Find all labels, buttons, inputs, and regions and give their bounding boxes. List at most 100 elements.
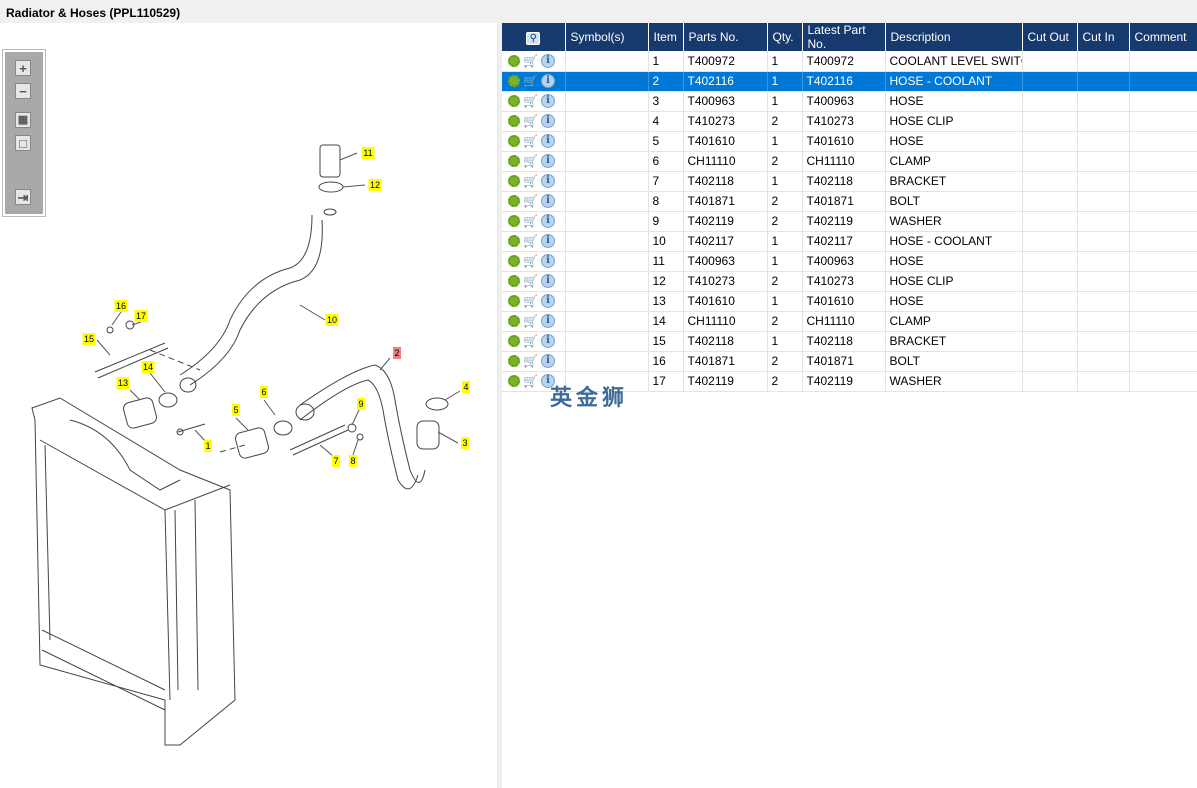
- gear-icon[interactable]: [508, 215, 520, 228]
- fit-to-window-button[interactable]: ▦: [15, 112, 31, 128]
- info-icon[interactable]: i: [541, 154, 555, 169]
- gear-icon[interactable]: [508, 335, 520, 348]
- column-header-search-icon-header[interactable]: ⚲: [502, 23, 566, 51]
- gear-icon[interactable]: [508, 195, 520, 208]
- cart-icon[interactable]: 🛒: [523, 275, 538, 287]
- callout-14[interactable]: 14: [141, 361, 155, 373]
- table-row[interactable]: 🛒 i 11 T400963 1 T400963 HOSE: [502, 251, 1197, 272]
- cart-icon[interactable]: 🛒: [523, 355, 538, 367]
- cart-icon[interactable]: 🛒: [523, 235, 538, 247]
- gear-icon[interactable]: [508, 135, 520, 148]
- diagram-panel[interactable]: 1 2 3 4 5 6 7 8 9 10 11 12 13 14 15 16 17 + − ▦ □ ⇥: [0, 23, 498, 788]
- info-icon[interactable]: i: [541, 194, 555, 209]
- table-row[interactable]: 🛒 i 4 T410273 2 T410273 HOSE CLIP: [502, 111, 1197, 132]
- gear-icon[interactable]: [508, 275, 520, 288]
- callout-17[interactable]: 17: [134, 310, 148, 322]
- callout-12[interactable]: 12: [368, 179, 382, 191]
- table-row[interactable]: 🛒 i 1 T400972 1 T400972 COOLANT LEVEL SWI…: [502, 51, 1197, 72]
- info-icon[interactable]: i: [541, 354, 555, 369]
- cart-icon[interactable]: 🛒: [523, 155, 538, 167]
- column-header-latest-part-no[interactable]: Latest Part No.: [802, 23, 886, 51]
- callout-3[interactable]: 3: [461, 437, 469, 449]
- table-row[interactable]: 🛒 i 2 T402116 1 T402116 HOSE - COOLANT: [502, 71, 1197, 92]
- gear-icon[interactable]: [508, 75, 520, 88]
- table-row[interactable]: 🛒 i 8 T401871 2 T401871 BOLT: [502, 191, 1197, 212]
- cart-icon[interactable]: 🛒: [523, 135, 538, 147]
- table-row[interactable]: 🛒 i 9 T402119 2 T402119 WASHER: [502, 211, 1197, 232]
- gear-icon[interactable]: [508, 55, 520, 68]
- zoom-out-button[interactable]: −: [15, 83, 31, 99]
- cart-icon[interactable]: 🛒: [523, 115, 538, 127]
- gear-icon[interactable]: [508, 95, 520, 108]
- table-row[interactable]: 🛒 i 16 T401871 2 T401871 BOLT: [502, 351, 1197, 372]
- gear-icon[interactable]: [508, 155, 520, 168]
- column-header-item[interactable]: Item: [648, 23, 684, 51]
- callout-6[interactable]: 6: [260, 386, 268, 398]
- table-row[interactable]: 🛒 i 14 CH11110 2 CH11110 CLAMP: [502, 311, 1197, 332]
- info-icon[interactable]: i: [541, 94, 555, 109]
- search-icon[interactable]: ⚲: [526, 31, 541, 45]
- info-icon[interactable]: i: [541, 214, 555, 229]
- table-row[interactable]: 🛒 i 3 T400963 1 T400963 HOSE: [502, 91, 1197, 112]
- table-row[interactable]: 🛒 i 10 T402117 1 T402117 HOSE - COOLANT: [502, 231, 1197, 252]
- callout-7[interactable]: 7: [332, 455, 340, 467]
- info-icon[interactable]: i: [541, 294, 555, 309]
- info-icon[interactable]: i: [541, 114, 555, 129]
- column-header-parts-no[interactable]: Parts No.: [683, 23, 768, 51]
- callout-11[interactable]: 11: [361, 147, 375, 159]
- cart-icon[interactable]: 🛒: [523, 95, 538, 107]
- table-row[interactable]: 🛒 i 7 T402118 1 T402118 BRACKET: [502, 171, 1197, 192]
- cart-icon[interactable]: 🛒: [523, 255, 538, 267]
- cart-icon[interactable]: 🛒: [523, 195, 538, 207]
- gear-icon[interactable]: [508, 375, 520, 388]
- callout-1[interactable]: 1: [204, 440, 212, 452]
- cart-icon[interactable]: 🛒: [523, 75, 538, 87]
- table-row[interactable]: 🛒 i 6 CH11110 2 CH11110 CLAMP: [502, 151, 1197, 172]
- info-icon[interactable]: i: [541, 334, 555, 349]
- callout-2[interactable]: 2: [393, 347, 401, 359]
- callout-8[interactable]: 8: [349, 455, 357, 467]
- cart-icon[interactable]: 🛒: [523, 215, 538, 227]
- info-icon[interactable]: i: [541, 134, 555, 149]
- gear-icon[interactable]: [508, 355, 520, 368]
- callout-4[interactable]: 4: [462, 381, 470, 393]
- column-header-cut-out[interactable]: Cut Out: [1022, 23, 1078, 51]
- info-icon[interactable]: i: [541, 74, 555, 89]
- cart-icon[interactable]: 🛒: [523, 335, 538, 347]
- column-header-cut-in[interactable]: Cut In: [1077, 23, 1130, 51]
- callout-5[interactable]: 5: [232, 404, 240, 416]
- cart-icon[interactable]: 🛒: [523, 55, 538, 67]
- toggle-panel-button[interactable]: ⇥: [15, 189, 31, 205]
- column-header-qty[interactable]: Qty.: [767, 23, 803, 51]
- gear-icon[interactable]: [508, 115, 520, 128]
- info-icon[interactable]: i: [541, 174, 555, 189]
- gear-icon[interactable]: [508, 295, 520, 308]
- callout-10[interactable]: 10: [325, 314, 339, 326]
- table-row[interactable]: 🛒 i 12 T410273 2 T410273 HOSE CLIP: [502, 271, 1197, 292]
- zoom-in-button[interactable]: +: [15, 60, 31, 76]
- cart-icon[interactable]: 🛒: [523, 295, 538, 307]
- callout-13[interactable]: 13: [116, 377, 130, 389]
- column-header-symbols[interactable]: Symbol(s): [565, 23, 649, 51]
- actual-size-button[interactable]: □: [15, 135, 31, 151]
- cart-icon[interactable]: 🛒: [523, 375, 538, 387]
- info-icon[interactable]: i: [541, 254, 555, 269]
- gear-icon[interactable]: [508, 315, 520, 328]
- info-icon[interactable]: i: [541, 54, 555, 69]
- table-row[interactable]: 🛒 i 5 T401610 1 T401610 HOSE: [502, 131, 1197, 152]
- info-icon[interactable]: i: [541, 314, 555, 329]
- table-row[interactable]: 🛒 i 13 T401610 1 T401610 HOSE: [502, 291, 1197, 312]
- gear-icon[interactable]: [508, 255, 520, 268]
- callout-15[interactable]: 15: [82, 333, 96, 345]
- cart-icon[interactable]: 🛒: [523, 175, 538, 187]
- callout-16[interactable]: 16: [114, 300, 128, 312]
- gear-icon[interactable]: [508, 235, 520, 248]
- table-row[interactable]: 🛒 i 15 T402118 1 T402118 BRACKET: [502, 331, 1197, 352]
- column-header-comment[interactable]: Comment: [1129, 23, 1197, 51]
- gear-icon[interactable]: [508, 175, 520, 188]
- column-header-description[interactable]: Description: [885, 23, 1023, 51]
- callout-9[interactable]: 9: [357, 398, 365, 410]
- info-icon[interactable]: i: [541, 274, 555, 289]
- info-icon[interactable]: i: [541, 234, 555, 249]
- cart-icon[interactable]: 🛒: [523, 315, 538, 327]
